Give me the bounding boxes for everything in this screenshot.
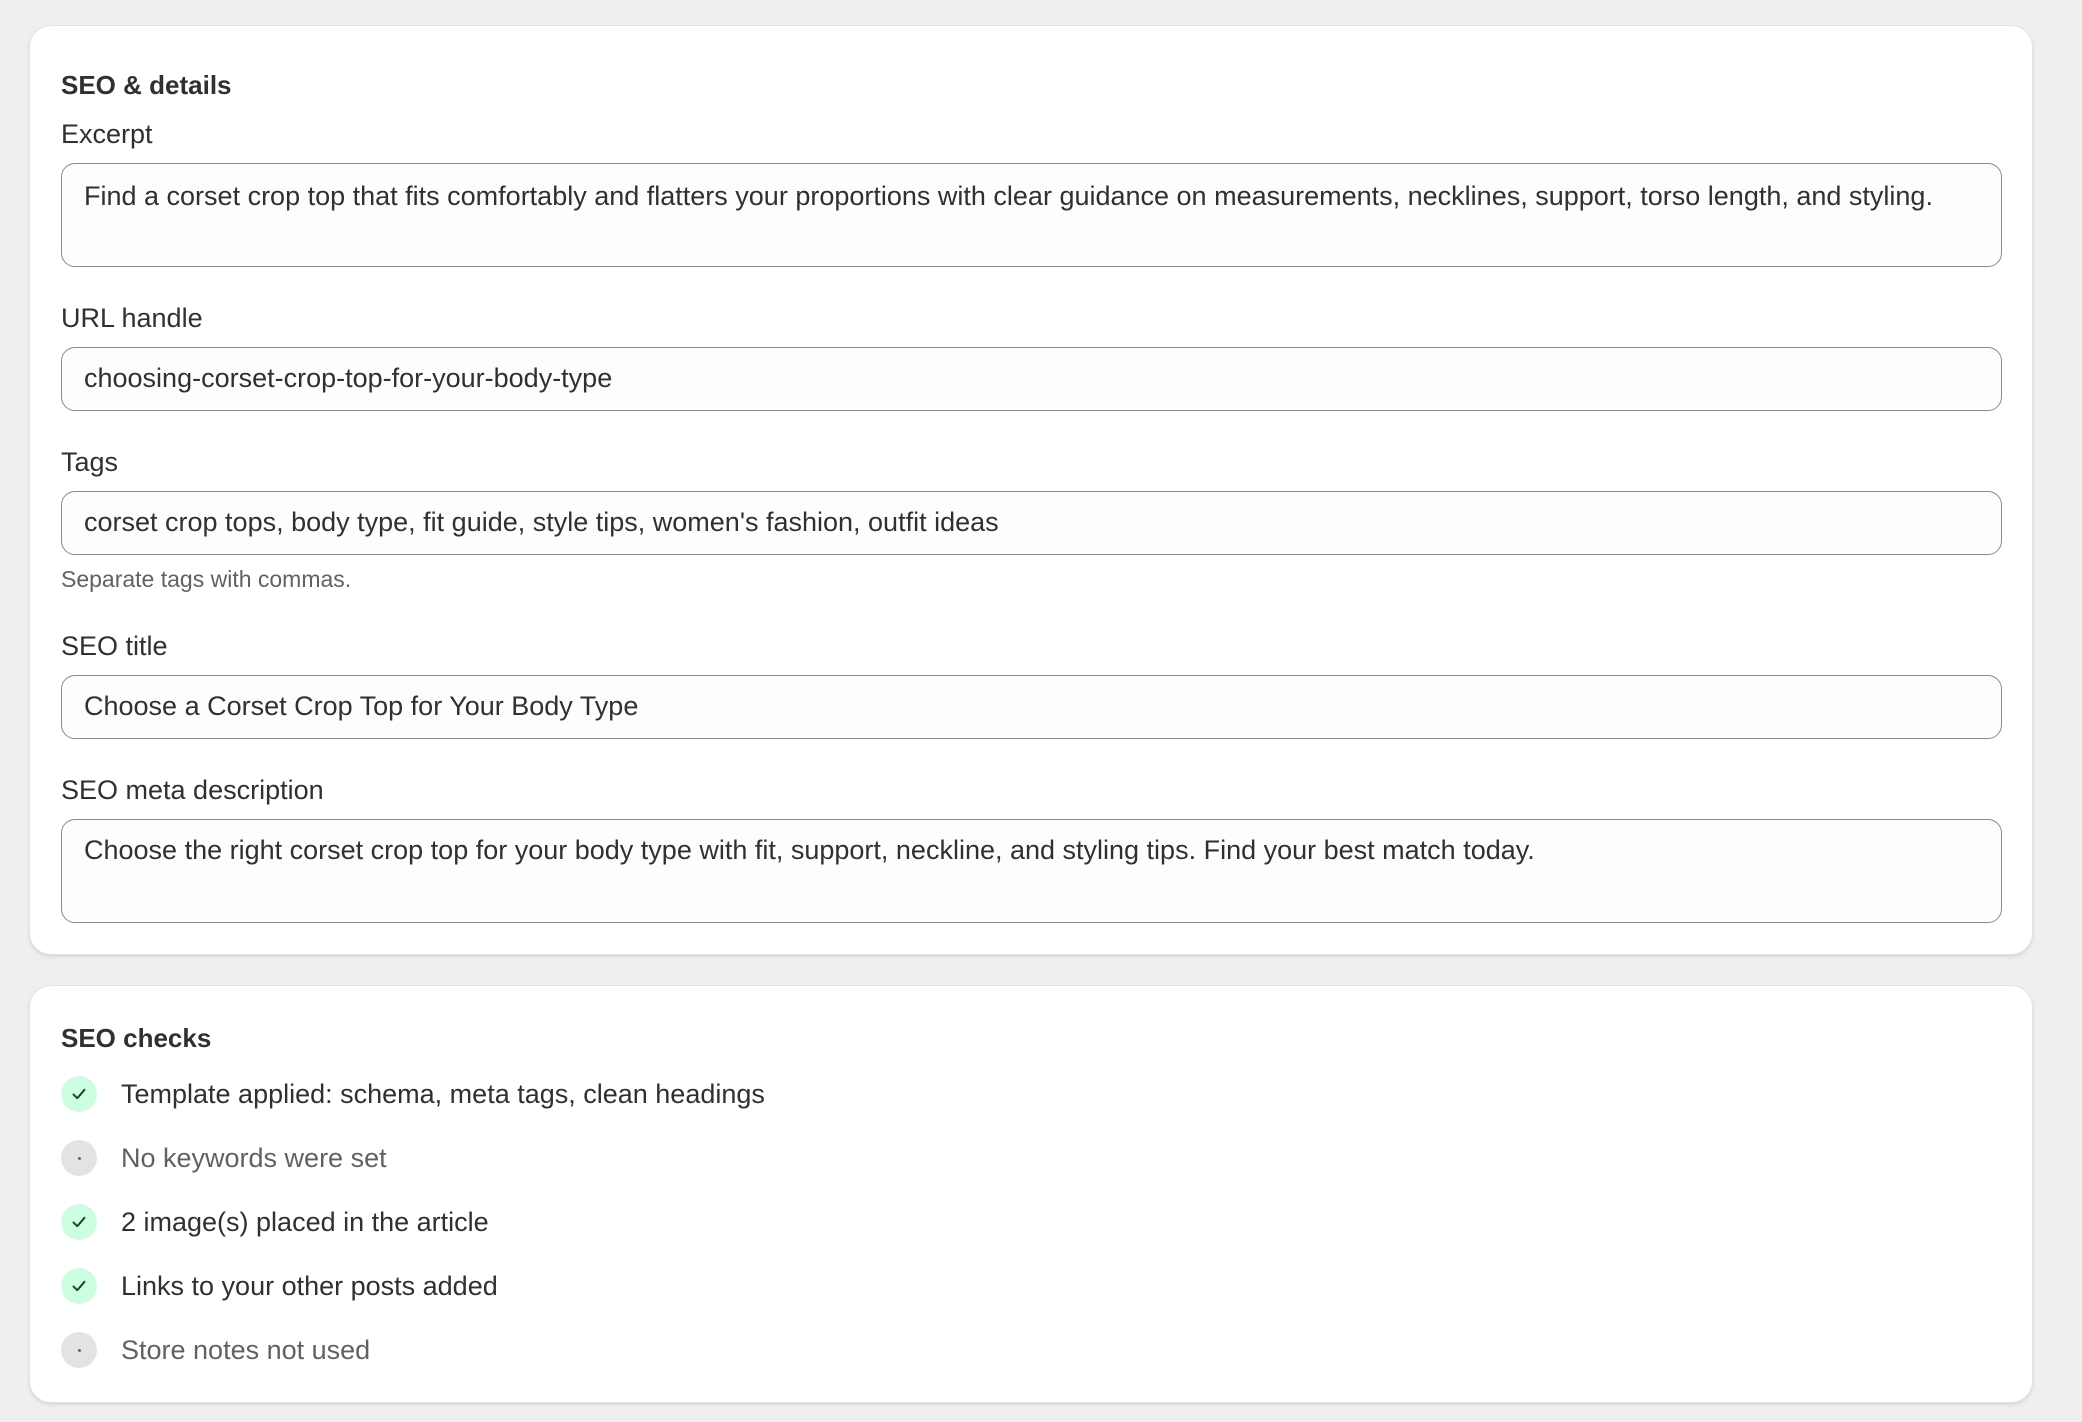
excerpt-field[interactable]: Find a corset crop top that fits comfort… (61, 163, 2002, 267)
seo-check-item: 2 image(s) placed in the article (61, 1204, 489, 1240)
checkmark-icon (61, 1268, 97, 1304)
seo-check-label: 2 image(s) placed in the article (121, 1207, 489, 1237)
seo-check-label: No keywords were set (121, 1143, 387, 1173)
tags-field[interactable]: corset crop tops, body type, fit guide, … (61, 491, 2002, 555)
seo-check-item: Links to your other posts added (61, 1268, 498, 1304)
seo-title-field[interactable]: Choose a Corset Crop Top for Your Body T… (61, 675, 2002, 739)
seo-checks-title: SEO checks (61, 1023, 212, 1053)
seo-check-item: No keywords were set (61, 1140, 387, 1176)
dot-icon (61, 1140, 97, 1176)
seo-check-label: Store notes not used (121, 1335, 371, 1365)
url-handle-field[interactable]: choosing-corset-crop-top-for-your-body-t… (61, 347, 2002, 411)
meta-description-field[interactable]: Choose the right corset crop top for you… (61, 819, 2002, 923)
seo-check-item: Store notes not used (61, 1332, 370, 1368)
seo-checks-card: SEO checks Template applied: schema, met… (29, 985, 2033, 1403)
checkmark-icon (61, 1076, 97, 1112)
url-handle-label: URL handle (61, 303, 203, 333)
tags-help-text: Separate tags with commas. (61, 566, 352, 592)
seo-check-item: Template applied: schema, meta tags, cle… (61, 1076, 765, 1112)
tags-label: Tags (61, 447, 119, 477)
seo-details-card: SEO & details Excerpt Find a corset crop… (29, 25, 2033, 955)
seo-title-label: SEO title (61, 631, 168, 661)
checkmark-icon (61, 1204, 97, 1240)
seo-details-title: SEO & details (61, 70, 232, 100)
meta-description-label: SEO meta description (61, 775, 324, 805)
seo-check-label: Template applied: schema, meta tags, cle… (121, 1079, 765, 1109)
dot-icon (61, 1332, 97, 1368)
seo-check-label: Links to your other posts added (121, 1271, 498, 1301)
excerpt-label: Excerpt (61, 119, 153, 149)
